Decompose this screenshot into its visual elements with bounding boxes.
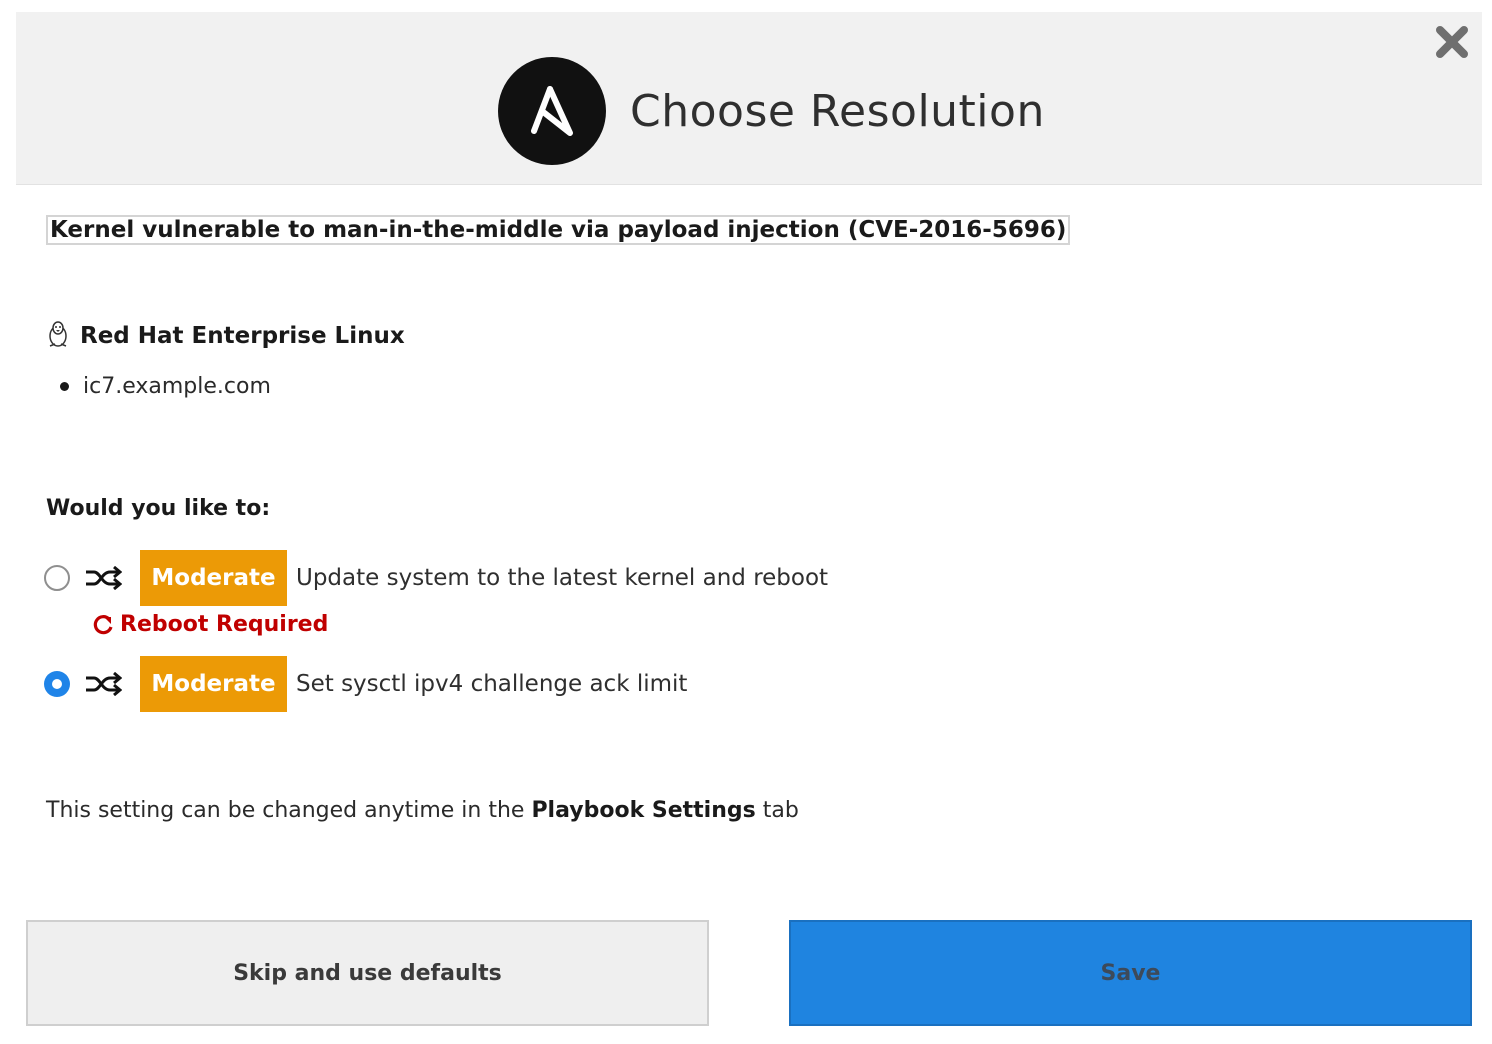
radio-option-2[interactable] (44, 671, 70, 697)
option-label[interactable]: Update system to the latest kernel and r… (296, 565, 828, 591)
question-label: Would you like to: (46, 496, 271, 521)
save-button[interactable]: Save (789, 920, 1472, 1026)
title-group: Choose Resolution (498, 56, 1045, 166)
skip-defaults-button[interactable]: Skip and use defaults (26, 920, 709, 1026)
bullet (60, 382, 69, 391)
os-group: Red Hat Enterprise Linux (46, 320, 405, 352)
linux-penguin-icon (46, 320, 70, 352)
reboot-required-note: Reboot Required (92, 612, 328, 637)
os-name: Red Hat Enterprise Linux (80, 323, 405, 349)
skip-button-label: Skip and use defaults (233, 960, 502, 986)
risk-badge-moderate: Moderate (140, 656, 287, 712)
ansible-logo-icon (498, 57, 606, 165)
note-suffix: tab (762, 798, 799, 823)
host-name: ic7.example.com (83, 374, 271, 399)
option-sysctl[interactable]: Moderate Set sysctl ipv4 challenge ack l… (44, 656, 687, 712)
radio-option-1[interactable] (44, 565, 70, 591)
note-bold-link: Playbook Settings (531, 798, 756, 823)
reboot-required-label: Reboot Required (120, 612, 329, 637)
option-update-kernel[interactable]: Moderate Update system to the latest ker… (44, 550, 828, 606)
option-label[interactable]: Set sysctl ipv4 challenge ack limit (296, 671, 687, 697)
shuffle-icon (86, 672, 122, 696)
modal-title: Choose Resolution (630, 85, 1045, 137)
issue-title: Kernel vulnerable to man-in-the-middle v… (46, 215, 1071, 245)
risk-badge-moderate: Moderate (140, 550, 287, 606)
refresh-icon (93, 614, 113, 634)
resolution-modal: Choose Resolution Kernel vulnerable to m… (0, 0, 1492, 1044)
shuffle-icon (86, 566, 122, 590)
settings-note: This setting can be changed anytime in t… (46, 798, 799, 823)
close-icon[interactable] (1432, 22, 1472, 62)
note-prefix: This setting can be changed anytime in t… (46, 798, 525, 823)
save-button-label: Save (1100, 960, 1161, 986)
modal-header: Choose Resolution (16, 12, 1482, 185)
host-list-item: ic7.example.com (60, 374, 271, 399)
